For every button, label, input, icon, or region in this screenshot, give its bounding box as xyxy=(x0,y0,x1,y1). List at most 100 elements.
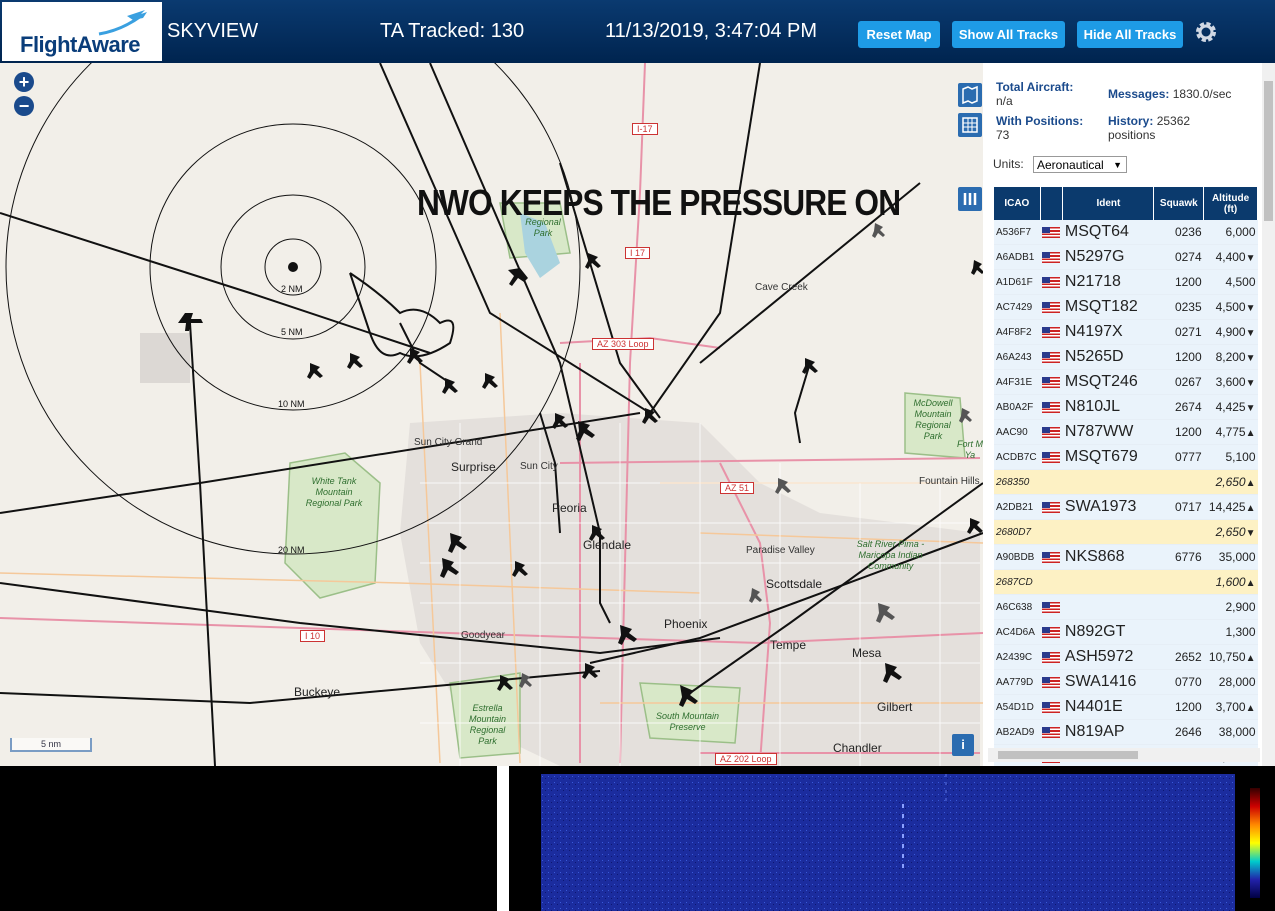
icao-cell: 2680D7 xyxy=(994,519,1041,545)
table-row[interactable]: 2687CD 1,600▲ xyxy=(994,569,1258,595)
gear-icon[interactable] xyxy=(1193,19,1219,45)
park-label: McDowell Mountain Regional Park xyxy=(913,398,953,441)
info-icon[interactable]: i xyxy=(952,734,974,756)
units-value: Aeronautical xyxy=(1037,158,1104,172)
altitude-cell: 28,000 xyxy=(1203,669,1258,695)
table-row[interactable]: A6A243 N5265D 1200 8,200▼ xyxy=(994,344,1258,370)
ident-cell: MSQT64 xyxy=(1062,220,1154,245)
icao-cell: A6C638 xyxy=(994,594,1041,620)
zoom-out-button[interactable]: − xyxy=(14,96,34,116)
vertical-scrollbar[interactable] xyxy=(1262,63,1275,766)
us-flag-icon xyxy=(1042,452,1061,464)
road-shield: I-17 xyxy=(632,123,658,135)
altitude-cell: 35,000 xyxy=(1203,544,1258,570)
with-positions-value: 73 xyxy=(996,128,1010,142)
altitude-value: 4,500 xyxy=(1225,275,1256,289)
grid-icon[interactable] xyxy=(958,113,982,137)
altitude-value: 2,650 xyxy=(1215,525,1246,539)
altitude-value: 3,700 xyxy=(1215,700,1246,714)
col-ident[interactable]: Ident xyxy=(1062,187,1155,220)
park-label: Salt River Pima - Maricopa Indian Commun… xyxy=(856,539,925,571)
squawk-cell xyxy=(1153,519,1204,545)
ident-cell: SWA1973 xyxy=(1062,494,1154,520)
altitude-trend-icon: ▲ xyxy=(1245,478,1256,489)
us-flag-icon xyxy=(1042,602,1061,614)
city-label: Paradise Valley xyxy=(746,545,815,556)
map-layers-icon[interactable] xyxy=(958,83,982,107)
waterfall-noise xyxy=(541,774,1235,911)
zoom-in-button[interactable]: + xyxy=(14,72,34,92)
map-scale: 5 nm xyxy=(10,738,92,752)
altitude-value: 4,500 xyxy=(1215,300,1246,314)
flightaware-logo[interactable]: FlightAware xyxy=(2,2,162,61)
ident-cell xyxy=(1062,469,1154,495)
icao-cell: AB2AD9 xyxy=(994,719,1041,745)
table-row[interactable]: A1D61F N21718 1200 4,500 xyxy=(994,269,1258,295)
colorbar xyxy=(1250,788,1260,898)
table-row[interactable]: A4F31E MSQT246 0267 3,600▼ xyxy=(994,369,1258,395)
total-aircraft-stat: Total Aircraft: n/a xyxy=(996,80,1073,108)
table-row[interactable]: AB2AD9 N819AP 2646 38,000 xyxy=(994,719,1258,745)
table-row[interactable]: A6ADB1 N5297G 0274 4,400▼ xyxy=(994,244,1258,270)
altitude-cell: 4,425▼ xyxy=(1203,394,1258,420)
col-squawk[interactable]: Squawk xyxy=(1153,187,1205,220)
flag-cell xyxy=(1040,644,1063,670)
table-row[interactable]: A54D1D N4401E 1200 3,700▲ xyxy=(994,694,1258,720)
ident-cell xyxy=(1062,519,1154,545)
columns-icon[interactable] xyxy=(958,187,982,211)
units-select[interactable]: Aeronautical ▼ xyxy=(1033,156,1127,173)
panel-divider[interactable] xyxy=(497,766,509,911)
flag-cell xyxy=(1040,444,1063,470)
ident-cell xyxy=(1062,569,1154,595)
table-row[interactable]: A4F8F2 N4197X 0271 4,900▼ xyxy=(994,319,1258,345)
squawk-cell: 0274 xyxy=(1153,244,1204,270)
altitude-cell: 6,000 xyxy=(1203,220,1258,245)
waterfall-display xyxy=(541,774,1235,911)
us-flag-icon xyxy=(1042,277,1061,289)
altitude-cell: 10,750▲ xyxy=(1203,644,1258,670)
map-canvas[interactable] xyxy=(0,63,983,766)
table-row[interactable]: AA779D SWA1416 0770 28,000 xyxy=(994,669,1258,695)
altitude-value: 2,650 xyxy=(1215,475,1246,489)
col-altitude[interactable]: Altitude (ft) xyxy=(1203,187,1258,220)
city-label: Cave Creek xyxy=(755,282,808,293)
map-view[interactable]: + − NWO KEEPS THE PRESSURE ON 2 NM 5 NM … xyxy=(0,63,983,766)
col-flag[interactable] xyxy=(1040,187,1064,220)
messages-value: 1830.0/sec xyxy=(1172,87,1232,101)
squawk-cell xyxy=(1153,569,1204,595)
table-row[interactable]: A6C638 2,900 xyxy=(994,594,1258,620)
altitude-value: 35,000 xyxy=(1218,550,1256,564)
ident-cell: MSQT246 xyxy=(1062,369,1154,395)
table-row[interactable]: A536F7 MSQT64 0236 6,000 xyxy=(994,220,1258,245)
flag-cell xyxy=(1040,569,1063,595)
icao-cell: A54D1D xyxy=(994,694,1041,720)
table-row[interactable]: AAC90 N787WW 1200 4,775▲ xyxy=(994,419,1258,445)
flag-cell xyxy=(1040,519,1063,545)
units-label: Units: xyxy=(993,157,1024,171)
altitude-value: 8,200 xyxy=(1215,350,1246,364)
reset-map-button[interactable]: Reset Map xyxy=(858,21,940,48)
altitude-cell: 4,775▲ xyxy=(1203,419,1258,445)
table-row[interactable]: AC7429 MSQT182 0235 4,500▼ xyxy=(994,294,1258,320)
table-row[interactable]: AB0A2F N810JL 2674 4,425▼ xyxy=(994,394,1258,420)
us-flag-icon xyxy=(1042,727,1061,739)
us-flag-icon xyxy=(1042,377,1061,389)
table-row[interactable]: A2DB21 SWA1973 0717 14,425▲ xyxy=(994,494,1258,520)
scrollbar-thumb[interactable] xyxy=(998,751,1138,759)
icao-cell: AAC90 xyxy=(994,419,1041,445)
show-all-tracks-button[interactable]: Show All Tracks xyxy=(952,21,1065,48)
table-row[interactable]: A90BDB NKS868 6776 35,000 xyxy=(994,544,1258,570)
table-row[interactable]: A2439C ASH5972 2652 10,750▲ xyxy=(994,644,1258,670)
table-row[interactable]: 2680D7 2,650▼ xyxy=(994,519,1258,545)
table-row[interactable]: 268350 2,650▲ xyxy=(994,469,1258,495)
altitude-cell: 4,500 xyxy=(1203,269,1258,295)
table-row[interactable]: AC4D6A N892GT 1,300 xyxy=(994,619,1258,645)
ident-cell: N4197X xyxy=(1062,319,1154,345)
horizontal-scrollbar[interactable] xyxy=(988,748,1260,762)
hide-all-tracks-button[interactable]: Hide All Tracks xyxy=(1077,21,1183,48)
scrollbar-thumb[interactable] xyxy=(1264,81,1273,221)
table-row[interactable]: ACDB7C MSQT679 0777 5,100 xyxy=(994,444,1258,470)
clock: 11/13/2019, 3:47:04 PM xyxy=(605,20,818,42)
col-icao[interactable]: ICAO xyxy=(994,187,1041,220)
flag-cell xyxy=(1040,294,1063,320)
